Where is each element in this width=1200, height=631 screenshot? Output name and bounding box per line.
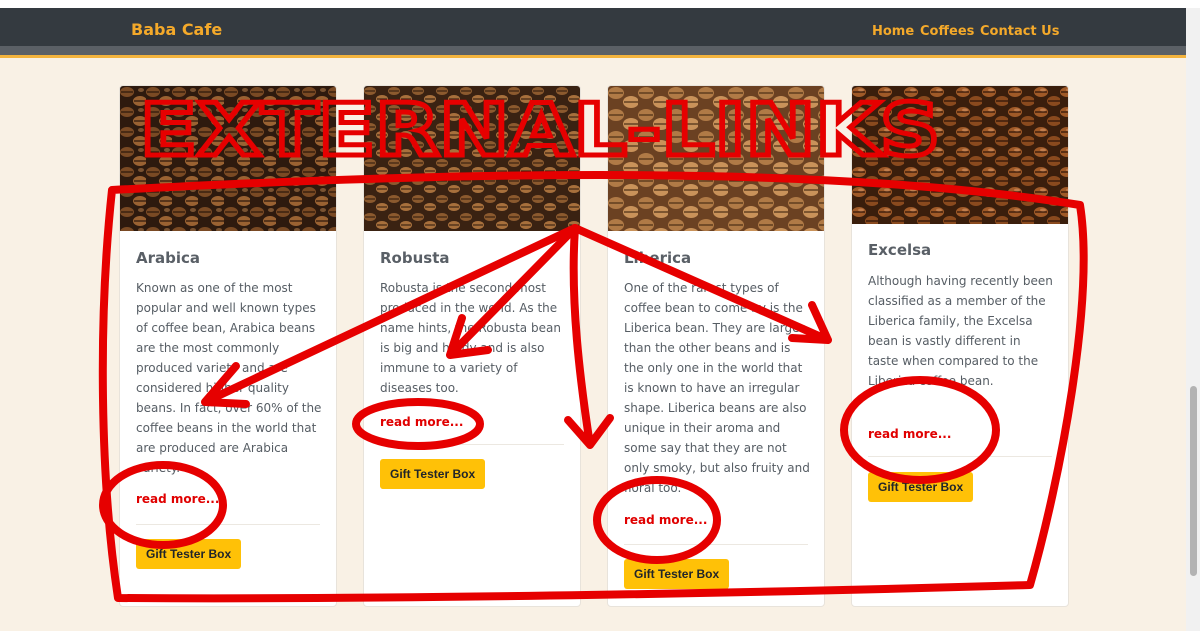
gift-tester-box-button[interactable]: Gift Tester Box	[380, 459, 486, 489]
page-scrollbar-thumb[interactable]	[1190, 386, 1197, 576]
card-title: Robusta	[380, 249, 450, 267]
read-more-link[interactable]: read more...	[868, 427, 951, 441]
coffee-beans-image	[364, 86, 580, 231]
nav-coffees-link[interactable]: Coffees	[920, 24, 974, 39]
coffee-card-excelsa: Excelsa Although having recently been cl…	[851, 85, 1069, 607]
gift-tester-box-button[interactable]: Gift Tester Box	[136, 539, 242, 569]
nav-home-link[interactable]: Home	[872, 24, 914, 39]
coffee-beans-image	[852, 86, 1068, 224]
card-divider	[624, 544, 808, 545]
read-more-link[interactable]: read more...	[136, 492, 219, 506]
card-divider	[136, 524, 320, 525]
card-description: One of the rarest types of coffee bean t…	[624, 281, 810, 495]
coffee-beans-image	[608, 86, 824, 231]
card-description: Although having recently been classified…	[868, 274, 1053, 388]
card-description: Known as one of the most popular and wel…	[136, 281, 322, 475]
card-divider	[380, 444, 564, 445]
card-title: Arabica	[136, 249, 201, 267]
card-divider	[868, 456, 1052, 457]
top-margin	[0, 0, 1200, 8]
coffee-card-robusta: Robusta Robusta is the second most produ…	[363, 85, 581, 607]
gift-tester-box-button[interactable]: Gift Tester Box	[624, 559, 730, 589]
gift-tester-box-button[interactable]: Gift Tester Box	[868, 472, 974, 502]
coffee-card-arabica: Arabica Known as one of the most popular…	[119, 85, 337, 607]
read-more-link[interactable]: read more...	[624, 513, 707, 527]
brand-logo[interactable]: Baba Cafe	[131, 20, 222, 39]
card-title: Excelsa	[868, 241, 932, 259]
coffee-card-liberica: Liberica One of the rarest types of coff…	[607, 85, 825, 607]
card-title: Liberica	[624, 249, 692, 267]
card-description: Robusta is the second most produced in t…	[380, 281, 561, 395]
navbar-accent-line	[0, 55, 1186, 58]
navbar-strip	[0, 46, 1186, 55]
nav-contact-link[interactable]: Contact Us	[980, 24, 1059, 39]
coffee-beans-image	[120, 86, 336, 231]
read-more-link[interactable]: read more...	[380, 415, 463, 429]
